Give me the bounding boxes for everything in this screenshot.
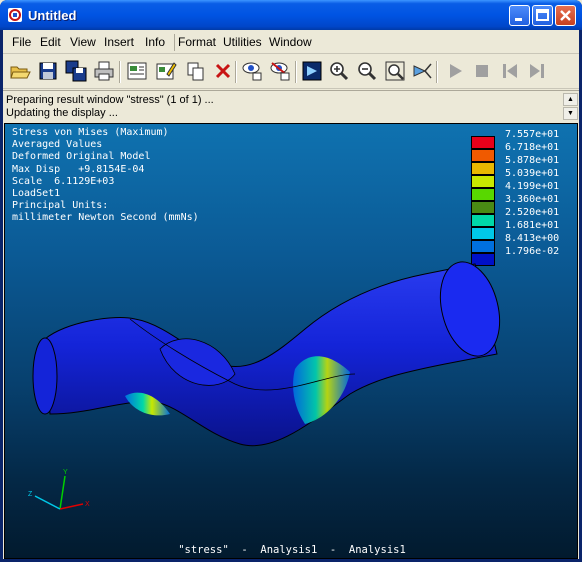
copy-button[interactable] [185, 60, 207, 82]
result-viewport[interactable]: Stress von Mises (Maximum) Averaged Value… [4, 123, 578, 559]
play-button[interactable] [444, 60, 466, 82]
properties-icon [127, 62, 147, 80]
y-axis-label: Y [63, 469, 68, 476]
scroll-down-button[interactable]: ▼ [563, 107, 578, 120]
printer-icon [94, 61, 114, 81]
orient-icon [413, 63, 432, 79]
toolbar [3, 55, 579, 89]
show-button[interactable] [241, 60, 263, 82]
edit-definition-icon [156, 62, 177, 80]
menu-edit[interactable]: Edit [40, 35, 61, 49]
stop-button[interactable] [471, 60, 493, 82]
coordinate-triad: Y X Z [28, 469, 90, 510]
menu-info[interactable]: Info [145, 35, 165, 49]
menu-bar: File Edit View Insert Info Format Utilit… [3, 30, 579, 54]
menu-view[interactable]: View [70, 35, 96, 49]
zoom-in-button[interactable] [328, 60, 350, 82]
zoom-in-icon [330, 62, 349, 81]
window-title: Untitled [28, 8, 77, 23]
menu-format[interactable]: Format [178, 35, 216, 49]
zoom-out-icon [358, 62, 377, 81]
refit-button[interactable] [301, 60, 323, 82]
x-axis [59, 503, 84, 510]
close-button[interactable] [555, 5, 576, 26]
maximize-icon [536, 9, 549, 21]
toolbar-separator [119, 61, 121, 83]
orient-button[interactable] [411, 60, 433, 82]
z-axis-label: Z [28, 491, 33, 498]
skip-back-icon [503, 64, 517, 78]
up-arrow-icon: ▲ [567, 96, 574, 103]
delete-button[interactable] [212, 60, 234, 82]
toolbar-separator [235, 61, 237, 83]
last-frame-button[interactable] [526, 60, 548, 82]
toolbar-separator [295, 61, 297, 83]
menu-insert[interactable]: Insert [104, 35, 134, 49]
status-message-1: Preparing result window "stress" (1 of 1… [6, 94, 214, 106]
refit-icon [302, 61, 322, 81]
open-folder-icon [10, 66, 31, 79]
copy-icon [187, 62, 204, 81]
edit-definition-button[interactable] [155, 60, 177, 82]
minimize-button[interactable] [509, 5, 530, 26]
message-area: Preparing result window "stress" (1 of 1… [3, 90, 579, 121]
minimize-icon [515, 18, 522, 21]
hide-button[interactable] [269, 60, 291, 82]
message-scrollbar[interactable]: ▲ ▼ [563, 93, 578, 121]
open-button[interactable] [9, 60, 31, 82]
close-icon [560, 10, 571, 21]
print-button[interactable] [93, 60, 115, 82]
first-frame-button[interactable] [499, 60, 521, 82]
z-axis [34, 495, 61, 510]
window-frame: File Edit View Insert Info Format Utilit… [3, 30, 579, 559]
menu-separator [174, 34, 175, 51]
scroll-up-button[interactable]: ▲ [563, 93, 578, 106]
play-icon [450, 64, 462, 78]
status-message-2: Updating the display ... [6, 107, 118, 119]
save-all-button[interactable] [65, 60, 87, 82]
down-arrow-icon: ▼ [567, 110, 574, 117]
toolbar-separator [436, 61, 438, 83]
menu-file[interactable]: File [12, 35, 31, 49]
delete-x-icon [215, 63, 231, 79]
zoom-out-button[interactable] [356, 60, 378, 82]
save-disk-icon [39, 62, 57, 80]
x-axis-label: X [85, 501, 90, 508]
title-bar[interactable]: Untitled [0, 0, 582, 30]
properties-button[interactable] [126, 60, 148, 82]
menu-utilities[interactable]: Utilities [223, 35, 262, 49]
application-window: Untitled File Edit View Insert Info Form… [0, 0, 582, 562]
y-axis [59, 475, 66, 510]
eye-show-icon [242, 62, 262, 81]
zoom-window-icon [385, 61, 405, 81]
eye-hide-icon [270, 62, 290, 81]
stop-icon [476, 65, 488, 77]
app-icon[interactable] [7, 7, 23, 23]
zoom-window-button[interactable] [384, 60, 406, 82]
result-window-caption: "stress" - Analysis1 - Analysis1 [178, 544, 406, 556]
menu-window[interactable]: Window [269, 35, 312, 49]
maximize-button[interactable] [532, 5, 553, 26]
skip-forward-icon [530, 64, 544, 78]
save-button[interactable] [37, 60, 59, 82]
save-all-icon [65, 60, 87, 82]
